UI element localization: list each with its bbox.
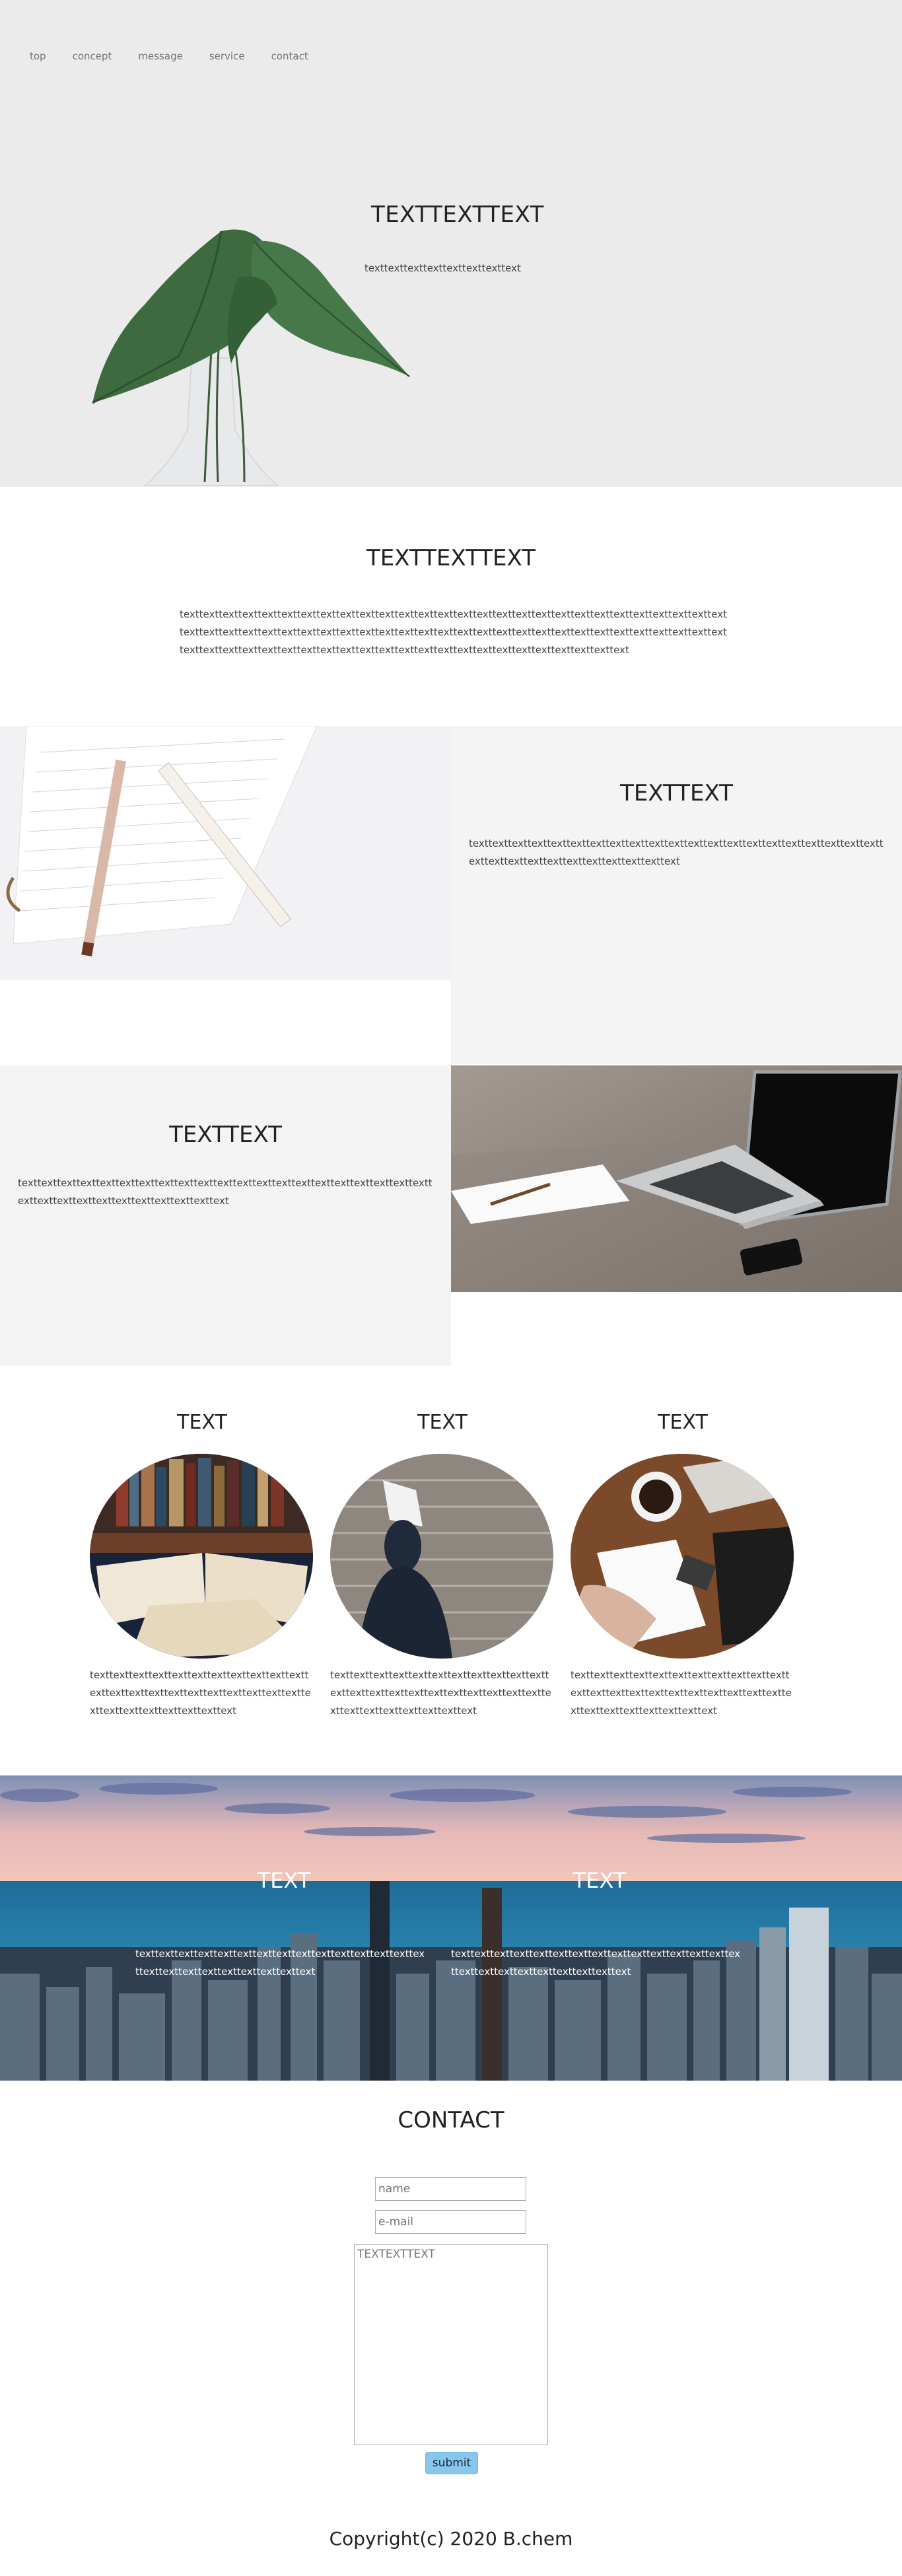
- desk-writing-image: [571, 1454, 794, 1659]
- message-field[interactable]: [354, 2244, 548, 2445]
- column-2: TEXT texttexttexttexttexttexttexttexttex…: [330, 1411, 555, 1720]
- column-1-text: texttexttexttexttexttexttexttexttexttext…: [90, 1669, 311, 1717]
- nav-item-concept[interactable]: concept: [73, 50, 112, 62]
- feature-1-box: TEXTTEXT texttexttexttexttexttexttexttex…: [451, 726, 902, 1064]
- nav-item-message[interactable]: message: [138, 50, 182, 62]
- copyright-text: Copyright(c) 2020 B.chem: [329, 2528, 573, 2550]
- feature-1-title: TEXTTEXT: [620, 780, 733, 806]
- woman-reading-image: [330, 1454, 553, 1659]
- column-2-title: TEXT: [417, 1411, 468, 1434]
- hero-text: texttexttexttexttexttexttexttext: [364, 262, 521, 274]
- books-image: [90, 1454, 313, 1659]
- column-2-text: texttexttexttexttexttexttexttexttexttext…: [330, 1669, 551, 1717]
- feature-2-title: TEXTTEXT: [169, 1122, 282, 1148]
- feature-2-text: texttexttexttexttexttexttexttexttexttext…: [18, 1177, 433, 1207]
- city-right-title: TEXT: [572, 1868, 627, 1893]
- email-field[interactable]: [375, 2210, 526, 2234]
- city-left-text: texttexttexttexttexttexttexttexttexttext…: [135, 1948, 425, 1978]
- column-1: TEXT texttexttexttexttexttexttexttexttex…: [90, 1411, 314, 1720]
- column-1-title: TEXT: [177, 1411, 227, 1434]
- column-3: TEXT texttexttexttexttexttexttexttexttex…: [571, 1411, 795, 1720]
- city-left-title: TEXT: [257, 1868, 311, 1893]
- column-3-title: TEXT: [658, 1411, 708, 1434]
- laptop-desk-image: [451, 1065, 902, 1292]
- intro-title: TEXTTEXTTEXT: [366, 545, 536, 571]
- name-field[interactable]: [375, 2177, 526, 2201]
- contact-title: CONTACT: [398, 2107, 504, 2133]
- feature-2-box: TEXTTEXT texttexttexttexttexttexttexttex…: [0, 1065, 451, 1366]
- intro-text: texttexttexttexttexttexttexttexttexttext…: [180, 608, 727, 656]
- hero-title: TEXTTEXTTEXT: [371, 201, 544, 228]
- nav-item-contact[interactable]: contact: [271, 50, 308, 62]
- column-3-text: texttexttexttexttexttexttexttexttexttext…: [571, 1669, 792, 1717]
- notebook-pencils-image: [0, 726, 451, 980]
- top-nav: top concept message service contact: [30, 50, 335, 62]
- hero-section: TEXTTEXTTEXT texttexttexttexttexttexttex…: [0, 0, 902, 487]
- submit-button[interactable]: submit: [425, 2452, 478, 2474]
- city-right-text: texttexttexttexttexttexttexttexttexttext…: [451, 1948, 741, 1978]
- city-skyline-image: [0, 1775, 902, 2081]
- nav-item-service[interactable]: service: [209, 50, 245, 62]
- nav-item-top[interactable]: top: [30, 50, 46, 62]
- plant-vase-image: [92, 229, 410, 486]
- feature-1-text: texttexttexttexttexttexttexttexttexttext…: [469, 838, 884, 867]
